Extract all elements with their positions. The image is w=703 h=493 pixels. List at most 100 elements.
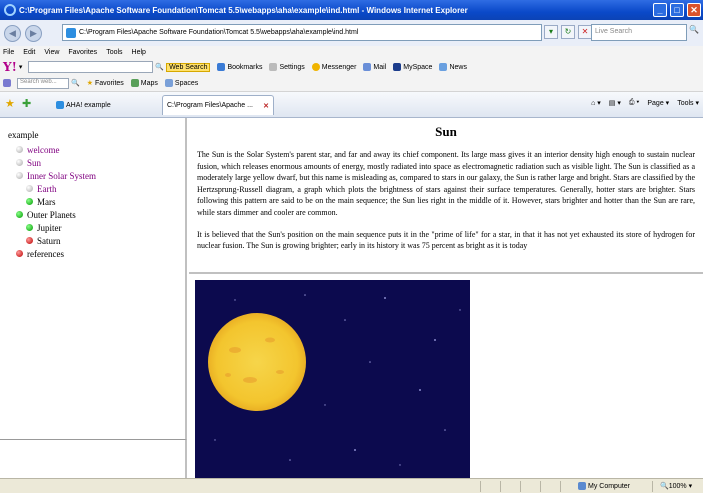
bullet-grey-icon — [26, 185, 33, 192]
tree-item: Jupiter — [8, 221, 185, 234]
tree-item[interactable]: Sun — [8, 156, 185, 169]
tree-item-label: Outer Planets — [27, 209, 76, 220]
web-search-button[interactable]: Web Search — [166, 62, 211, 72]
menu-file[interactable]: File — [3, 49, 14, 56]
dropdown-icon[interactable]: ▾ — [544, 25, 558, 39]
tree-item: Outer Planets — [8, 208, 185, 221]
sun-disc — [208, 313, 306, 411]
article-title: Sun — [435, 124, 457, 139]
news-icon — [439, 63, 448, 71]
title-bar: C:\Program Files\Apache Software Foundat… — [0, 0, 703, 20]
address-bar[interactable]: C:\Program Files\Apache Software Foundat… — [62, 24, 542, 41]
article-paragraph-2: It is believed that the Sun's position o… — [197, 229, 695, 251]
sun-image — [195, 280, 470, 478]
tools-menu[interactable]: Tools ▾ — [677, 99, 699, 107]
myspace-icon — [393, 63, 402, 71]
settings-icon — [269, 63, 278, 71]
navigation-frame-bottom — [0, 440, 187, 478]
tree-item: references — [8, 247, 185, 260]
tree-item-label[interactable]: Sun — [27, 158, 41, 168]
navigation-frame: example welcome Sun Inner Solar System Eart… — [0, 118, 187, 440]
menu-help[interactable]: Help — [132, 49, 146, 56]
menu-favorites[interactable]: Favorites — [68, 49, 97, 56]
tree-item-label: references — [27, 248, 64, 259]
messenger-button[interactable]: Messenger — [311, 63, 356, 71]
chevron-down-icon[interactable]: ▾ — [19, 63, 23, 71]
print-icon[interactable]: ⎙ ▾ — [629, 99, 640, 107]
menu-bar: File Edit View Favorites Tools Help — [0, 46, 703, 58]
bullet-red-icon — [16, 250, 23, 257]
tab-row: ★ ✚ AHA! example C:\Program Files\Apache… — [0, 92, 703, 118]
back-button[interactable]: ◀ — [4, 24, 21, 42]
close-button[interactable]: ✕ — [687, 3, 701, 17]
address-row: ◀ ▶ C:\Program Files\Apache Software Fou… — [0, 20, 703, 46]
yahoo-logo[interactable]: Y! — [3, 60, 17, 74]
spaces-icon — [164, 79, 173, 87]
content-area: example welcome Sun Inner Solar System Eart… — [0, 118, 703, 478]
bullet-green-icon — [26, 224, 33, 231]
page-menu[interactable]: Page ▾ — [647, 99, 669, 107]
tab-aha-example[interactable]: AHA! example — [52, 97, 157, 113]
toolbar-icon[interactable] — [3, 79, 11, 87]
search-web-input[interactable]: Search web... — [17, 77, 69, 89]
bullet-grey-icon — [16, 159, 23, 166]
tree-item-label[interactable]: Earth — [37, 184, 57, 194]
tree-item: Mars — [8, 195, 185, 208]
status-bar: My Computer 🔍100% ▾ — [0, 478, 703, 493]
tree-root: example — [8, 130, 39, 140]
tree-item-label: Saturn — [37, 235, 61, 246]
page-icon — [66, 27, 76, 38]
favorites-button[interactable]: ★ Favorites — [86, 79, 124, 88]
yahoo-toolbar: Y! ▾ 🔍 Web Search Bookmarks Settings Mes… — [0, 58, 703, 92]
bullet-grey-icon — [16, 172, 23, 179]
tree-item-label: Jupiter — [37, 222, 62, 233]
menu-edit[interactable]: Edit — [23, 49, 35, 56]
settings-button[interactable]: Settings — [269, 63, 305, 71]
yahoo-search-input[interactable] — [28, 61, 154, 73]
tree-item-label: Mars — [37, 196, 56, 207]
menu-tools[interactable]: Tools — [106, 49, 122, 56]
computer-icon — [578, 482, 586, 490]
menu-view[interactable]: View — [44, 49, 59, 56]
tree-item-label[interactable]: Inner Solar System — [27, 171, 96, 181]
bullet-red-icon — [26, 237, 33, 244]
mail-button[interactable]: Mail — [363, 63, 386, 71]
bookmarks-button[interactable]: Bookmarks — [217, 63, 262, 71]
search-icon[interactable]: 🔍 — [155, 63, 164, 71]
search-icon[interactable]: 🔍 — [689, 25, 701, 39]
home-icon[interactable]: ⌂ ▾ — [591, 99, 601, 107]
mail-icon — [363, 63, 372, 71]
myspace-button[interactable]: MySpace — [393, 63, 432, 71]
article-frame: Sun The Sun is the Solar System's parent… — [189, 118, 703, 274]
favorites-star-icon[interactable]: ★ — [5, 97, 15, 110]
page-icon — [56, 101, 64, 109]
search-icon[interactable]: 🔍 — [71, 79, 80, 87]
add-favorites-icon[interactable]: ✚ — [22, 97, 31, 110]
maximize-button[interactable]: □ — [670, 3, 684, 17]
news-button[interactable]: News — [439, 63, 467, 71]
spaces-button[interactable]: Spaces — [164, 79, 198, 87]
security-zone: My Computer — [578, 482, 630, 490]
browser-window: C:\Program Files\Apache Software Foundat… — [0, 0, 703, 493]
tree-item[interactable]: Earth — [8, 182, 185, 195]
tab-current[interactable]: C:\Program Files\Apache ... ✕ — [162, 95, 274, 115]
forward-button[interactable]: ▶ — [25, 24, 42, 42]
maps-button[interactable]: Maps — [130, 79, 158, 87]
minimize-button[interactable]: _ — [653, 3, 667, 17]
address-url: C:\Program Files\Apache Software Foundat… — [79, 29, 359, 36]
refresh-icon[interactable]: ↻ — [561, 25, 575, 39]
zoom-level[interactable]: 🔍100% ▾ — [660, 482, 692, 490]
tree-item[interactable]: welcome — [8, 143, 185, 156]
stop-icon[interactable]: ✕ — [578, 25, 592, 39]
tree-item-label[interactable]: welcome — [27, 145, 59, 155]
star-icon: ★ — [86, 80, 93, 87]
close-tab-icon[interactable]: ✕ — [263, 102, 269, 110]
tree-item[interactable]: Inner Solar System — [8, 169, 185, 182]
messenger-icon — [311, 63, 320, 71]
window-title: C:\Program Files\Apache Software Foundat… — [19, 5, 468, 15]
feeds-icon[interactable]: ▤ ▾ — [609, 99, 621, 107]
live-search-input[interactable]: Live Search — [591, 24, 687, 41]
image-frame — [189, 276, 703, 478]
article-paragraph-1: The Sun is the Solar System's parent sta… — [197, 150, 695, 217]
tree-item: Saturn — [8, 234, 185, 247]
